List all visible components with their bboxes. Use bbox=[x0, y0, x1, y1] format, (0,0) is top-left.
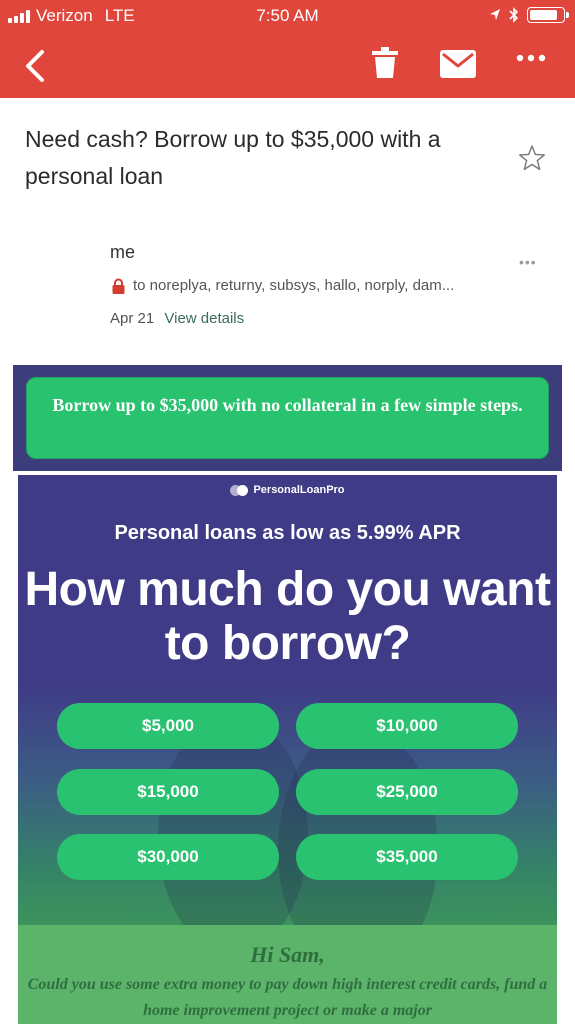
back-arrow-icon[interactable] bbox=[18, 46, 52, 86]
email-subject: Need cash? Borrow up to $35,000 with a p… bbox=[25, 126, 441, 189]
brand-row: PersonalLoanPro bbox=[18, 484, 557, 496]
location-icon bbox=[490, 9, 500, 20]
more-options-icon[interactable] bbox=[516, 54, 546, 62]
ad-body-text: Could you use some extra money to pay do… bbox=[27, 976, 548, 1019]
ad-headline: How much do you want to borrow? bbox=[24, 563, 552, 670]
mail-icon[interactable] bbox=[440, 50, 476, 78]
status-bar: Verizon LTE 7:50 AM bbox=[0, 0, 575, 32]
view-details-link[interactable]: View details bbox=[164, 310, 244, 327]
amount-button-5000[interactable]: $5,000 bbox=[57, 703, 279, 749]
trash-icon[interactable] bbox=[372, 46, 398, 80]
recipient-list: to noreplya, returny, subsys, hallo, nor… bbox=[133, 277, 455, 294]
amount-button-15000[interactable]: $15,000 bbox=[57, 769, 279, 815]
sender-name[interactable]: me bbox=[110, 242, 135, 263]
borrow-cta-button[interactable]: Borrow up to $35,000 with no collateral … bbox=[26, 377, 549, 459]
greeting: Hi Sam, bbox=[250, 942, 325, 967]
amount-button-25000[interactable]: $25,000 bbox=[296, 769, 518, 815]
bluetooth-icon bbox=[509, 7, 519, 23]
sender-more-button[interactable]: ••• bbox=[519, 254, 537, 270]
recipient-line[interactable]: to noreplya, returny, subsys, hallo, nor… bbox=[112, 277, 454, 294]
lock-icon bbox=[112, 278, 125, 294]
star-icon[interactable] bbox=[518, 144, 546, 172]
amount-button-35000[interactable]: $35,000 bbox=[296, 834, 518, 880]
amount-button-30000[interactable]: $30,000 bbox=[57, 834, 279, 880]
email-toolbar bbox=[0, 32, 575, 98]
battery-icon bbox=[527, 7, 569, 23]
email-date: Apr 21 bbox=[110, 310, 155, 327]
ad-subheadline: Personal loans as low as 5.99% APR bbox=[114, 522, 461, 544]
cta-banner: Borrow up to $35,000 with no collateral … bbox=[13, 365, 562, 471]
status-right bbox=[489, 7, 569, 23]
brand-name: PersonalLoanPro bbox=[253, 484, 345, 496]
brand-logo-icon bbox=[230, 484, 249, 496]
loan-ad: PersonalLoanPro Personal loans as low as… bbox=[18, 475, 557, 1024]
avatar bbox=[12, 236, 98, 310]
date-row: Apr 21 View details bbox=[110, 310, 244, 327]
amount-button-10000[interactable]: $10,000 bbox=[296, 703, 518, 749]
